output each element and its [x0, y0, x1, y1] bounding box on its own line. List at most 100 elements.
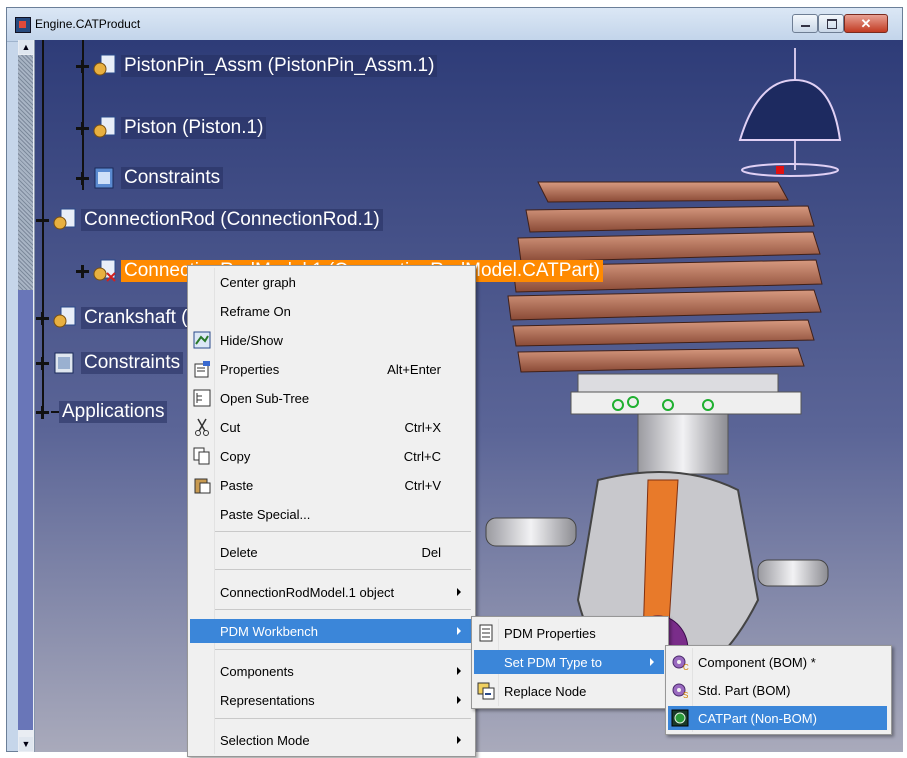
title-bar[interactable]: Engine.CATProduct ✕ — [7, 8, 902, 42]
menu-item-pdm-workbench[interactable]: PDM Workbench — [190, 619, 471, 643]
menu-shortcut: Ctrl+X — [404, 419, 441, 435]
menu-item-replace-node[interactable]: Replace Node — [474, 679, 664, 703]
open-sub-tree-icon — [193, 389, 211, 407]
tree-node-constraints[interactable]: Constraints — [76, 164, 224, 192]
menu-item-components[interactable]: Components — [190, 659, 471, 683]
hide-show-icon — [193, 331, 211, 349]
menu-item-representations[interactable]: Representations — [190, 688, 471, 712]
menu-item-label: Selection Mode — [220, 732, 310, 748]
submenu-arrow-icon — [650, 658, 654, 666]
expand-icon[interactable] — [76, 264, 89, 278]
menu-item-object[interactable]: ConnectionRodModel.1 object — [190, 580, 471, 604]
menu-item-center-graph[interactable]: Center graph — [190, 270, 471, 294]
replace-node-icon — [477, 682, 495, 700]
expand-icon[interactable] — [76, 59, 89, 73]
menu-item-label: Open Sub-Tree — [220, 390, 310, 406]
menu-item-label: Copy — [220, 448, 251, 464]
menu-separator — [215, 569, 471, 570]
expand-icon[interactable] — [76, 171, 89, 185]
menu-item-paste[interactable]: Paste Ctrl+V — [190, 473, 471, 497]
submenu-arrow-icon — [457, 696, 461, 704]
collapse-icon[interactable] — [36, 214, 49, 227]
menu-item-label: Set PDM Type to — [504, 654, 603, 670]
menu-separator — [215, 649, 471, 650]
menu-item-selection-mode[interactable]: Selection Mode — [190, 728, 471, 752]
tree-node-connectionrod[interactable]: ConnectionRod (ConnectionRod.1) — [36, 206, 383, 234]
tree-scrollbar[interactable]: ▲ ▼ — [18, 40, 35, 752]
tree-node-constraints-2[interactable]: Constraints — [36, 349, 184, 377]
expand-icon[interactable] — [36, 405, 49, 419]
close-icon: ✕ — [860, 16, 872, 31]
catia-app-icon[interactable] — [15, 17, 31, 33]
menu-item-component-bom[interactable]: C Component (BOM) * — [668, 650, 887, 674]
scrollbar-track[interactable] — [18, 290, 33, 730]
menu-item-label: Delete — [220, 544, 258, 560]
constraints-icon — [94, 167, 114, 189]
menu-item-pdm-properties[interactable]: PDM Properties — [474, 621, 664, 645]
component-gear-icon: C — [672, 655, 689, 671]
menu-item-hide-show[interactable]: Hide/Show — [190, 328, 471, 352]
close-button[interactable]: ✕ — [844, 14, 888, 33]
menu-item-label: Hide/Show — [220, 332, 283, 348]
tree-node-label: PistonPin_Assm (PistonPin_Assm.1) — [121, 55, 438, 77]
scrollbar-thumb[interactable] — [18, 55, 33, 290]
menu-shortcut: Del — [421, 544, 441, 560]
menu-item-delete[interactable]: Delete Del — [190, 540, 471, 564]
menu-item-label: Reframe On — [220, 303, 291, 319]
scroll-down-arrow-icon[interactable]: ▼ — [19, 737, 33, 751]
expand-icon[interactable] — [76, 121, 89, 135]
menu-item-label: PDM Properties — [504, 625, 596, 641]
scroll-up-arrow-icon[interactable]: ▲ — [19, 40, 33, 54]
product-gear-icon — [93, 54, 116, 76]
menu-item-catpart-non-bom[interactable]: CATPart (Non-BOM) — [668, 706, 887, 730]
menu-item-label: Center graph — [220, 274, 296, 290]
menu-item-label: PDM Workbench — [220, 623, 319, 639]
tree-node-applications[interactable]: Applications — [36, 398, 168, 426]
cylinder-base — [570, 373, 802, 475]
tree-node-piston[interactable]: Piston (Piston.1) — [76, 114, 267, 142]
submenu-arrow-icon — [457, 627, 461, 635]
menu-item-set-pdm-type[interactable]: Set PDM Type to — [474, 650, 664, 674]
tree-node-pistonpin-assm[interactable]: PistonPin_Assm (PistonPin_Assm.1) — [76, 52, 438, 80]
menu-item-label: Component (BOM) * — [698, 654, 816, 670]
menu-item-std-part-bom[interactable]: S Std. Part (BOM) — [668, 678, 887, 702]
context-menu: Center graph Reframe On Hide/Show Proper… — [187, 265, 476, 757]
pdm-properties-icon — [479, 624, 493, 642]
product-gear-icon — [53, 306, 76, 328]
menu-item-label: Representations — [220, 692, 315, 708]
window-title: Engine.CATProduct — [35, 17, 141, 31]
menu-item-label: ConnectionRodModel.1 object — [220, 584, 395, 600]
maximize-button[interactable] — [818, 14, 844, 33]
svg-text:S: S — [683, 691, 688, 699]
tree-connector — [51, 411, 59, 413]
menu-item-label: CATPart (Non-BOM) — [698, 710, 817, 726]
constraints-icon — [54, 352, 74, 374]
copy-icon — [193, 447, 210, 465]
submenu-arrow-icon — [457, 736, 461, 744]
compass-gizmo[interactable] — [738, 48, 842, 177]
tree-node-label: Constraints — [81, 352, 184, 374]
menu-item-copy[interactable]: Copy Ctrl+C — [190, 444, 471, 468]
expand-icon[interactable] — [36, 356, 49, 370]
menu-item-reframe-on[interactable]: Reframe On — [190, 299, 471, 323]
tree-node-label: Piston (Piston.1) — [121, 117, 267, 139]
set-pdm-type-submenu: C Component (BOM) * S Std. Part (BOM) CA… — [665, 645, 892, 735]
menu-item-label: Cut — [220, 419, 241, 435]
menu-separator — [215, 531, 471, 532]
tree-node-label: ConnectionRod (ConnectionRod.1) — [81, 209, 383, 231]
tree-node-label: Applications — [59, 401, 168, 423]
menu-item-paste-special[interactable]: Paste Special... — [190, 502, 471, 526]
menu-item-open-sub-tree[interactable]: Open Sub-Tree — [190, 386, 471, 410]
menu-item-properties[interactable]: Properties Alt+Enter — [190, 357, 471, 381]
paste-icon — [194, 478, 211, 494]
menu-shortcut: Ctrl+V — [404, 477, 441, 493]
menu-item-cut[interactable]: Cut Ctrl+X — [190, 415, 471, 439]
expand-icon[interactable] — [36, 311, 49, 325]
tree-node-label: Constraints — [121, 167, 224, 189]
menu-item-label: Properties — [220, 361, 280, 377]
catpart-icon — [671, 709, 689, 727]
menu-item-label: Paste Special... — [220, 506, 311, 522]
minimize-button[interactable] — [792, 14, 818, 33]
submenu-arrow-icon — [457, 667, 461, 675]
product-gear-icon — [93, 116, 116, 138]
